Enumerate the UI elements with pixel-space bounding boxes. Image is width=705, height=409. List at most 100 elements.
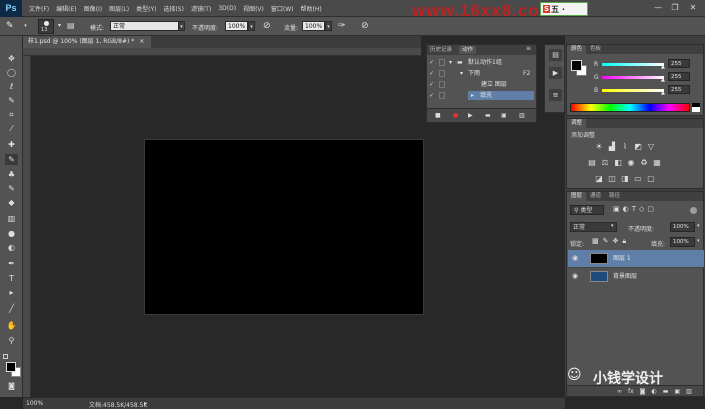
brush-panel-toggle-icon[interactable]: ▤: [67, 20, 79, 32]
action-set-row[interactable]: ✓ ▾ ▬ 默认动作1组: [427, 57, 536, 68]
visibility-eye-icon[interactable]: ◉: [572, 250, 578, 267]
minimize-button[interactable]: —: [652, 3, 664, 13]
type-tool-icon[interactable]: T: [5, 273, 18, 284]
green-slider[interactable]: [602, 76, 664, 79]
tab-channels[interactable]: 通道: [586, 192, 605, 201]
menu-help[interactable]: 帮助(H): [301, 4, 322, 13]
trash-icon[interactable]: ▥: [686, 388, 692, 395]
posterize-icon[interactable]: ◫: [607, 174, 617, 184]
dialog-toggle[interactable]: [439, 70, 445, 77]
tab-history[interactable]: 历史记录: [430, 46, 452, 54]
photo-filter-icon[interactable]: ◉: [626, 158, 636, 168]
hue-saturation-icon[interactable]: ▤: [587, 158, 597, 168]
layer-kind-filter[interactable]: ⚲ 类型: [570, 205, 604, 215]
new-adjustment-icon[interactable]: ◐: [652, 388, 657, 395]
levels-icon[interactable]: ▟: [607, 142, 617, 152]
layer-name[interactable]: 背景图层: [613, 268, 637, 285]
eraser-tool-icon[interactable]: ◆: [5, 197, 18, 208]
selective-color-icon[interactable]: ▢: [646, 174, 656, 184]
chevron-down-icon[interactable]: ▾: [325, 21, 332, 31]
red-slider[interactable]: [602, 63, 664, 66]
hand-tool-icon[interactable]: ✋: [5, 320, 18, 331]
history-panel-icon[interactable]: ▤: [549, 49, 562, 61]
tab-actions[interactable]: 动作: [459, 46, 477, 54]
new-set-icon[interactable]: ▬: [485, 112, 491, 119]
curves-icon[interactable]: ⌇: [620, 142, 630, 152]
action-check-icon[interactable]: ✓: [429, 68, 436, 79]
expand-triangle-icon[interactable]: ▾: [460, 68, 463, 79]
chevron-down-icon[interactable]: ▾: [697, 223, 700, 229]
expand-triangle-icon[interactable]: ▸: [471, 90, 474, 101]
dialog-toggle[interactable]: [439, 59, 445, 66]
action-check-icon[interactable]: ✓: [429, 90, 436, 101]
clone-stamp-tool-icon[interactable]: ♣: [5, 169, 18, 180]
adjustment-filter-icon[interactable]: ◐: [623, 205, 629, 213]
color-balance-icon[interactable]: ⚖: [600, 158, 610, 168]
chevron-down-icon[interactable]: ▾: [178, 21, 185, 31]
visibility-eye-icon[interactable]: ◉: [572, 268, 578, 285]
fill-input[interactable]: 100%: [670, 237, 695, 247]
type-filter-icon[interactable]: T: [632, 205, 636, 213]
tab-paths[interactable]: 路径: [605, 192, 624, 201]
document-tab[interactable]: 样1.psd @ 100% (图层 1, RGB/8#) * ×: [23, 36, 151, 48]
dialog-toggle[interactable]: [439, 81, 445, 88]
blue-slider[interactable]: [602, 89, 664, 92]
menu-file[interactable]: 文件(F): [29, 4, 49, 13]
invert-icon[interactable]: ◪: [594, 174, 604, 184]
foreground-color-swatch[interactable]: [571, 60, 582, 71]
close-tab-icon[interactable]: ×: [139, 38, 144, 45]
add-mask-icon[interactable]: ◙: [640, 388, 646, 395]
layer-opacity-input[interactable]: 100%: [670, 222, 695, 232]
foreground-color-swatch[interactable]: [6, 362, 16, 372]
menu-layer[interactable]: 图层(L): [109, 4, 129, 13]
pen-tool-icon[interactable]: ✒: [5, 258, 18, 269]
lock-transparency-icon[interactable]: ▩: [592, 237, 599, 246]
gradient-tool-icon[interactable]: ▥: [5, 213, 18, 224]
color-lookup-icon[interactable]: ▦: [652, 158, 662, 168]
white-swatch[interactable]: [692, 107, 700, 112]
pressure-size-icon[interactable]: ⊘: [361, 20, 373, 32]
actions-panel-icon[interactable]: ▶: [549, 67, 562, 79]
brush-tool-icon[interactable]: ✎: [6, 20, 20, 32]
blend-mode-select[interactable]: 正常: [570, 222, 617, 232]
tab-adjustments[interactable]: 调整: [567, 119, 587, 128]
channel-mixer-icon[interactable]: ♻: [639, 158, 649, 168]
vibrance-icon[interactable]: ▽: [646, 142, 656, 152]
default-colors-icon[interactable]: [3, 354, 8, 359]
black-white-icon[interactable]: ◧: [613, 158, 623, 168]
lock-position-icon[interactable]: ✥: [613, 237, 619, 246]
stop-icon[interactable]: ■: [435, 112, 441, 119]
layer-style-icon[interactable]: fx: [628, 388, 634, 395]
layer-row[interactable]: ◉ 背景图层: [568, 267, 704, 284]
lock-paint-icon[interactable]: ✎: [603, 237, 609, 246]
gradient-map-icon[interactable]: ▭: [633, 174, 643, 184]
menu-view[interactable]: 视图(V): [243, 4, 264, 13]
zoom-tool-icon[interactable]: ⚲: [5, 335, 18, 346]
chevron-down-icon[interactable]: ▾: [697, 238, 700, 244]
threshold-icon[interactable]: ◨: [620, 174, 630, 184]
mode-select[interactable]: 正常: [110, 21, 185, 31]
menu-select[interactable]: 选择(S): [163, 4, 184, 13]
quick-select-tool-icon[interactable]: ✎: [5, 95, 18, 106]
new-action-icon[interactable]: ▣: [501, 112, 507, 119]
eyedropper-tool-icon[interactable]: ⁄: [5, 123, 18, 134]
exposure-icon[interactable]: ◩: [633, 142, 643, 152]
record-icon[interactable]: [453, 113, 458, 118]
menu-window[interactable]: 窗口(W): [271, 4, 294, 13]
healing-brush-tool-icon[interactable]: ✚: [5, 139, 18, 150]
path-select-tool-icon[interactable]: ▸: [5, 287, 18, 298]
tab-swatches[interactable]: 色板: [586, 45, 605, 54]
play-icon[interactable]: ▶: [468, 112, 473, 119]
status-arrow-icon[interactable]: ▸: [144, 400, 147, 407]
dodge-tool-icon[interactable]: ◐: [5, 242, 18, 253]
action-check-icon[interactable]: ✓: [429, 79, 436, 90]
marquee-tool-icon[interactable]: ◯: [5, 67, 18, 78]
tab-layers[interactable]: 图层: [567, 192, 587, 201]
layer-name[interactable]: 图层 1: [613, 250, 631, 267]
shape-filter-icon[interactable]: ◇: [639, 205, 644, 213]
opacity-input[interactable]: 100%: [225, 21, 248, 31]
smart-object-filter-icon[interactable]: ▢: [647, 205, 654, 213]
dialog-toggle[interactable]: [439, 92, 445, 99]
tab-color[interactable]: 颜色: [567, 45, 587, 54]
expand-triangle-icon[interactable]: ▾: [449, 57, 452, 68]
